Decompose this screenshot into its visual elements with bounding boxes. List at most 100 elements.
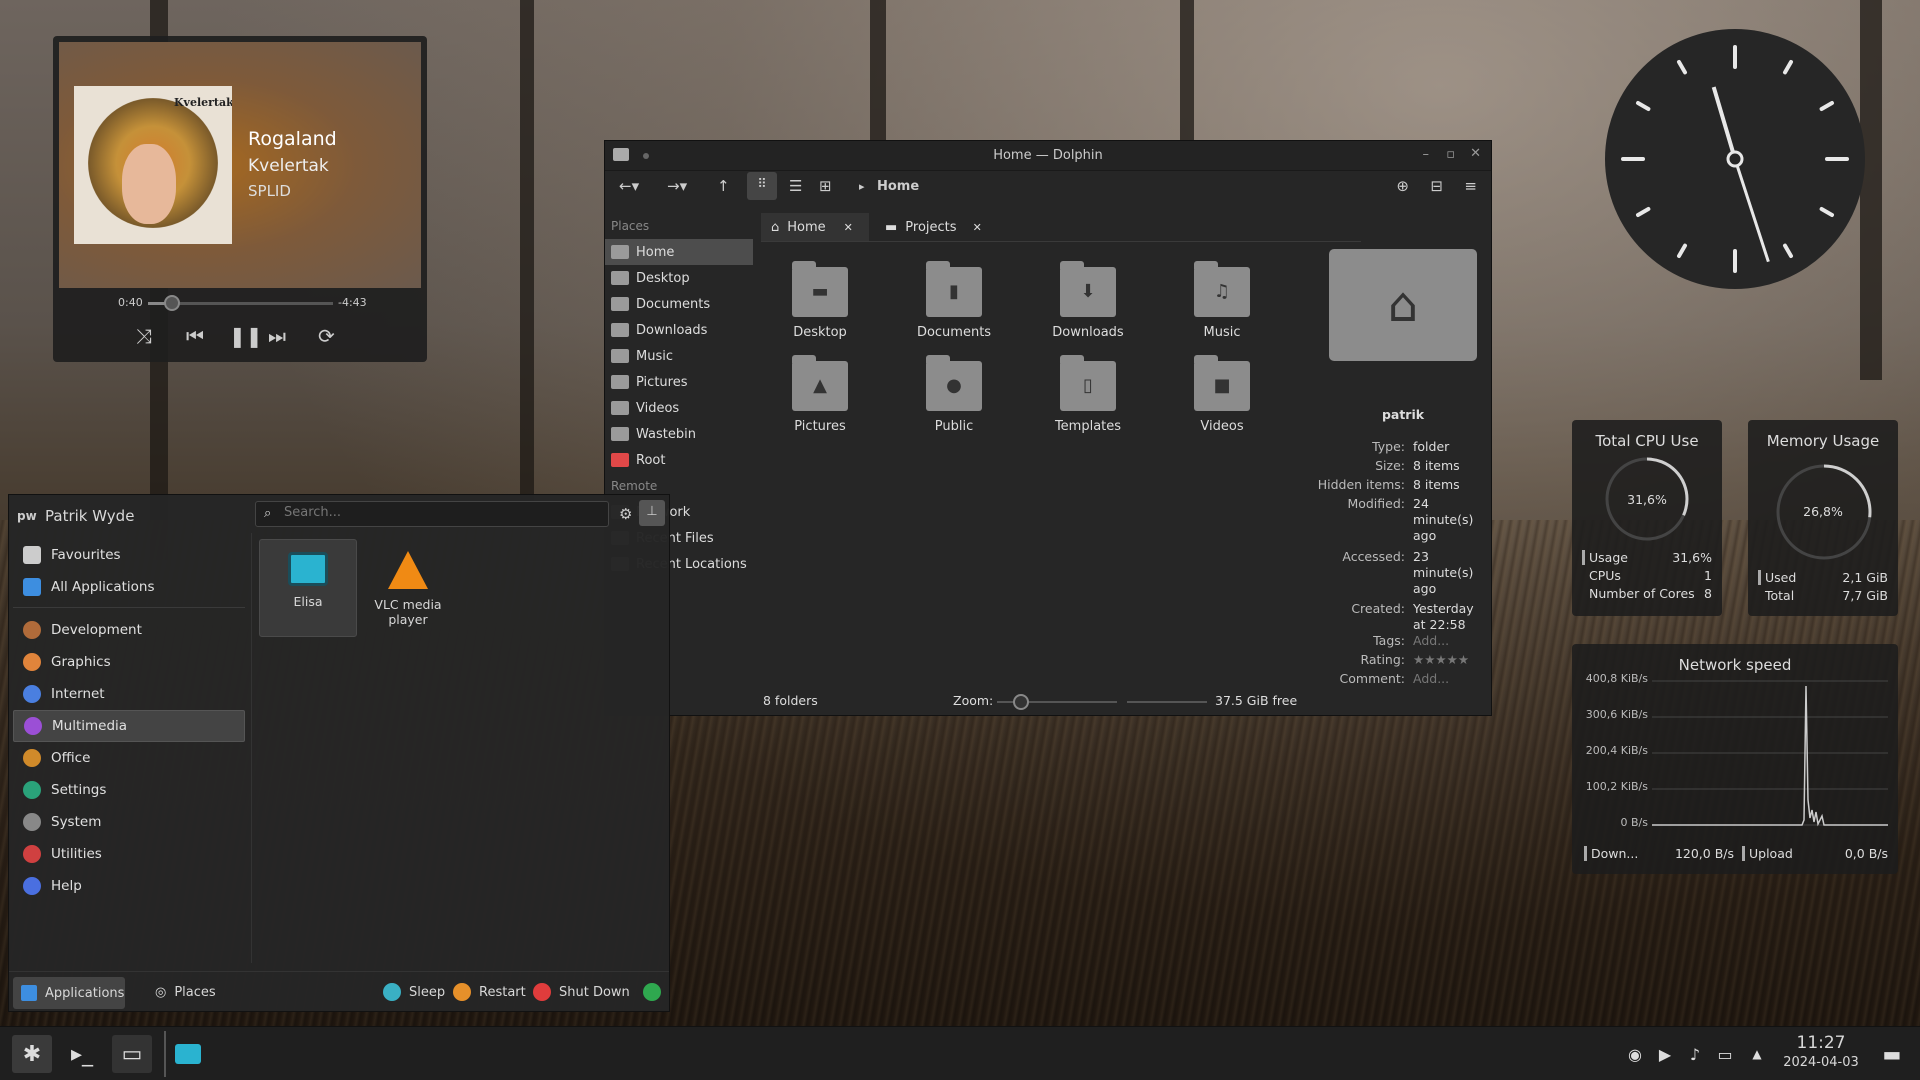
- category-office[interactable]: Office: [13, 742, 245, 774]
- tree-view-icon[interactable]: ⊞: [819, 177, 832, 195]
- pictures-icon: [611, 375, 629, 389]
- app-vlc-media-player[interactable]: VLC media player: [359, 539, 457, 637]
- launcher-favourites[interactable]: Favourites: [13, 539, 245, 571]
- upload-stat: Upload 0,0 B/s: [1742, 846, 1888, 861]
- category-utilities[interactable]: Utilities: [13, 838, 245, 870]
- folder-downloads[interactable]: ⬇ Downloads: [1033, 261, 1143, 340]
- category-internet[interactable]: Internet: [13, 678, 245, 710]
- place-item-home[interactable]: Home: [605, 239, 753, 265]
- place-item-downloads[interactable]: Downloads: [605, 317, 753, 343]
- folder-documents[interactable]: ▮ Documents: [899, 261, 1009, 340]
- videos-folder-icon: ■: [1194, 355, 1250, 411]
- dolphin-window: Home — Dolphin – ▫ ✕ ←▾ →▾ ↑ ⠿ ☰ ⊞ ▸ Hom…: [604, 140, 1492, 716]
- settings-gear-icon[interactable]: ⚙: [619, 505, 632, 523]
- split-view-icon[interactable]: ⊟: [1430, 177, 1443, 195]
- info-row: Size: 8 items: [1375, 458, 1460, 473]
- terminal-icon[interactable]: ▸_: [62, 1035, 102, 1073]
- leave-icon[interactable]: [643, 983, 661, 1001]
- repeat-icon[interactable]: ⟳: [318, 324, 335, 348]
- maximize-icon[interactable]: ▫: [1446, 147, 1455, 162]
- cpu-title: Total CPU Use: [1595, 432, 1699, 450]
- category-system[interactable]: System: [13, 806, 245, 838]
- category-graphics[interactable]: Graphics: [13, 646, 245, 678]
- icons-view-icon[interactable]: ⠿: [747, 172, 777, 200]
- kde-menu-icon[interactable]: ✱: [12, 1035, 52, 1073]
- launcher-all-applications[interactable]: All Applications: [13, 571, 245, 603]
- updates-icon[interactable]: ◉: [1620, 1035, 1650, 1073]
- files-icon[interactable]: ▭: [112, 1035, 152, 1073]
- minimize-icon[interactable]: –: [1423, 147, 1430, 162]
- up-icon[interactable]: ↑: [717, 177, 730, 195]
- power-icon: [533, 983, 551, 1001]
- info-row: Rating: ★★★★★: [1360, 652, 1470, 667]
- folder-templates[interactable]: ▯ Templates: [1033, 355, 1143, 434]
- forward-icon[interactable]: →▾: [667, 177, 687, 195]
- graphics-icon: [23, 653, 41, 671]
- y-tick-label: 300,6 KiB/s: [1585, 708, 1648, 721]
- elisa-icon: [288, 552, 328, 586]
- shuffle-icon[interactable]: ⤨: [136, 324, 152, 348]
- details-view-icon[interactable]: ☰: [789, 177, 802, 195]
- display-icon[interactable]: ▭: [1710, 1035, 1740, 1073]
- volume-icon[interactable]: ♪: [1680, 1035, 1710, 1073]
- pin-launcher-icon[interactable]: ⊥: [639, 500, 665, 526]
- pause-icon[interactable]: ❚❚: [229, 324, 263, 348]
- track-title: Rogaland: [248, 128, 337, 150]
- place-item-desktop[interactable]: Desktop: [605, 265, 753, 291]
- track-album: SPLID: [248, 182, 291, 200]
- folder-pictures[interactable]: ▲ Pictures: [765, 355, 875, 434]
- breadcrumb[interactable]: Home: [877, 179, 919, 194]
- close-tab-icon[interactable]: ✕: [973, 221, 982, 234]
- elapsed-time: 0:40: [118, 296, 143, 309]
- category-multimedia[interactable]: Multimedia: [13, 710, 245, 742]
- place-item-pictures[interactable]: Pictures: [605, 369, 753, 395]
- folder-music[interactable]: ♫ Music: [1167, 261, 1277, 340]
- new-folder-icon[interactable]: ⊕: [1396, 177, 1409, 195]
- info-row: Created: Yesterday at 22:58: [1351, 601, 1474, 632]
- place-item-videos[interactable]: Videos: [605, 395, 753, 421]
- info-row: Type: folder: [1372, 439, 1450, 454]
- place-item-documents[interactable]: Documents: [605, 291, 753, 317]
- music-folder-icon: ♫: [1194, 261, 1250, 317]
- app-elisa[interactable]: Elisa: [259, 539, 357, 637]
- zoom-handle[interactable]: [1013, 694, 1029, 710]
- zoom-label: Zoom:: [953, 693, 994, 708]
- sleep-button[interactable]: Sleep: [383, 983, 445, 1001]
- close-icon[interactable]: ✕: [1470, 146, 1481, 161]
- close-tab-icon[interactable]: ✕: [844, 221, 853, 234]
- shutdown-button[interactable]: Shut Down: [533, 983, 630, 1001]
- elisa-icon[interactable]: [168, 1035, 208, 1073]
- internet-icon: [23, 685, 41, 703]
- previous-icon[interactable]: ⏮: [186, 324, 204, 348]
- sleep-icon: [383, 983, 401, 1001]
- folder-public[interactable]: ● Public: [899, 355, 1009, 434]
- search-box[interactable]: ⌕: [255, 501, 609, 527]
- applications-tab[interactable]: Applications: [13, 977, 125, 1009]
- category-development[interactable]: Development: [13, 614, 245, 646]
- place-item-music[interactable]: Music: [605, 343, 753, 369]
- tray-expand-icon[interactable]: ▲: [1742, 1035, 1772, 1073]
- search-input[interactable]: [284, 505, 584, 520]
- folder-videos[interactable]: ■ Videos: [1167, 355, 1277, 434]
- y-tick-label: 200,4 KiB/s: [1585, 744, 1648, 757]
- places-tab[interactable]: ◎ Places: [155, 985, 216, 1000]
- category-help[interactable]: Help: [13, 870, 245, 902]
- next-icon[interactable]: ⏭: [268, 324, 286, 348]
- hamburger-menu-icon[interactable]: ≡: [1464, 177, 1477, 195]
- folder-desktop[interactable]: ▬ Desktop: [765, 261, 875, 340]
- seek-handle[interactable]: [164, 295, 181, 311]
- category-settings[interactable]: Settings: [13, 774, 245, 806]
- place-item-wastebin[interactable]: Wastebin: [605, 421, 753, 447]
- clock-date[interactable]: 2024-04-03: [1776, 1055, 1866, 1070]
- tab-home[interactable]: ⌂ Home ✕: [761, 213, 869, 241]
- tab-projects[interactable]: ▬ Projects ✕: [881, 213, 991, 241]
- media-icon[interactable]: ▶: [1650, 1035, 1680, 1073]
- place-item-root[interactable]: Root: [605, 447, 753, 473]
- desktop-icon[interactable]: ▬: [1872, 1035, 1912, 1073]
- back-icon[interactable]: ←▾: [619, 177, 639, 195]
- home-icon: ⌂: [1387, 277, 1419, 333]
- restart-button[interactable]: Restart: [453, 983, 526, 1001]
- clock-time[interactable]: 11:27: [1776, 1033, 1866, 1053]
- development-icon: [23, 621, 41, 639]
- taskbar: ✱ ▸_ ▭ ◉ ▶ ♪ ▭ ▲ 11:27 2024-04-03 ▬: [0, 1026, 1920, 1080]
